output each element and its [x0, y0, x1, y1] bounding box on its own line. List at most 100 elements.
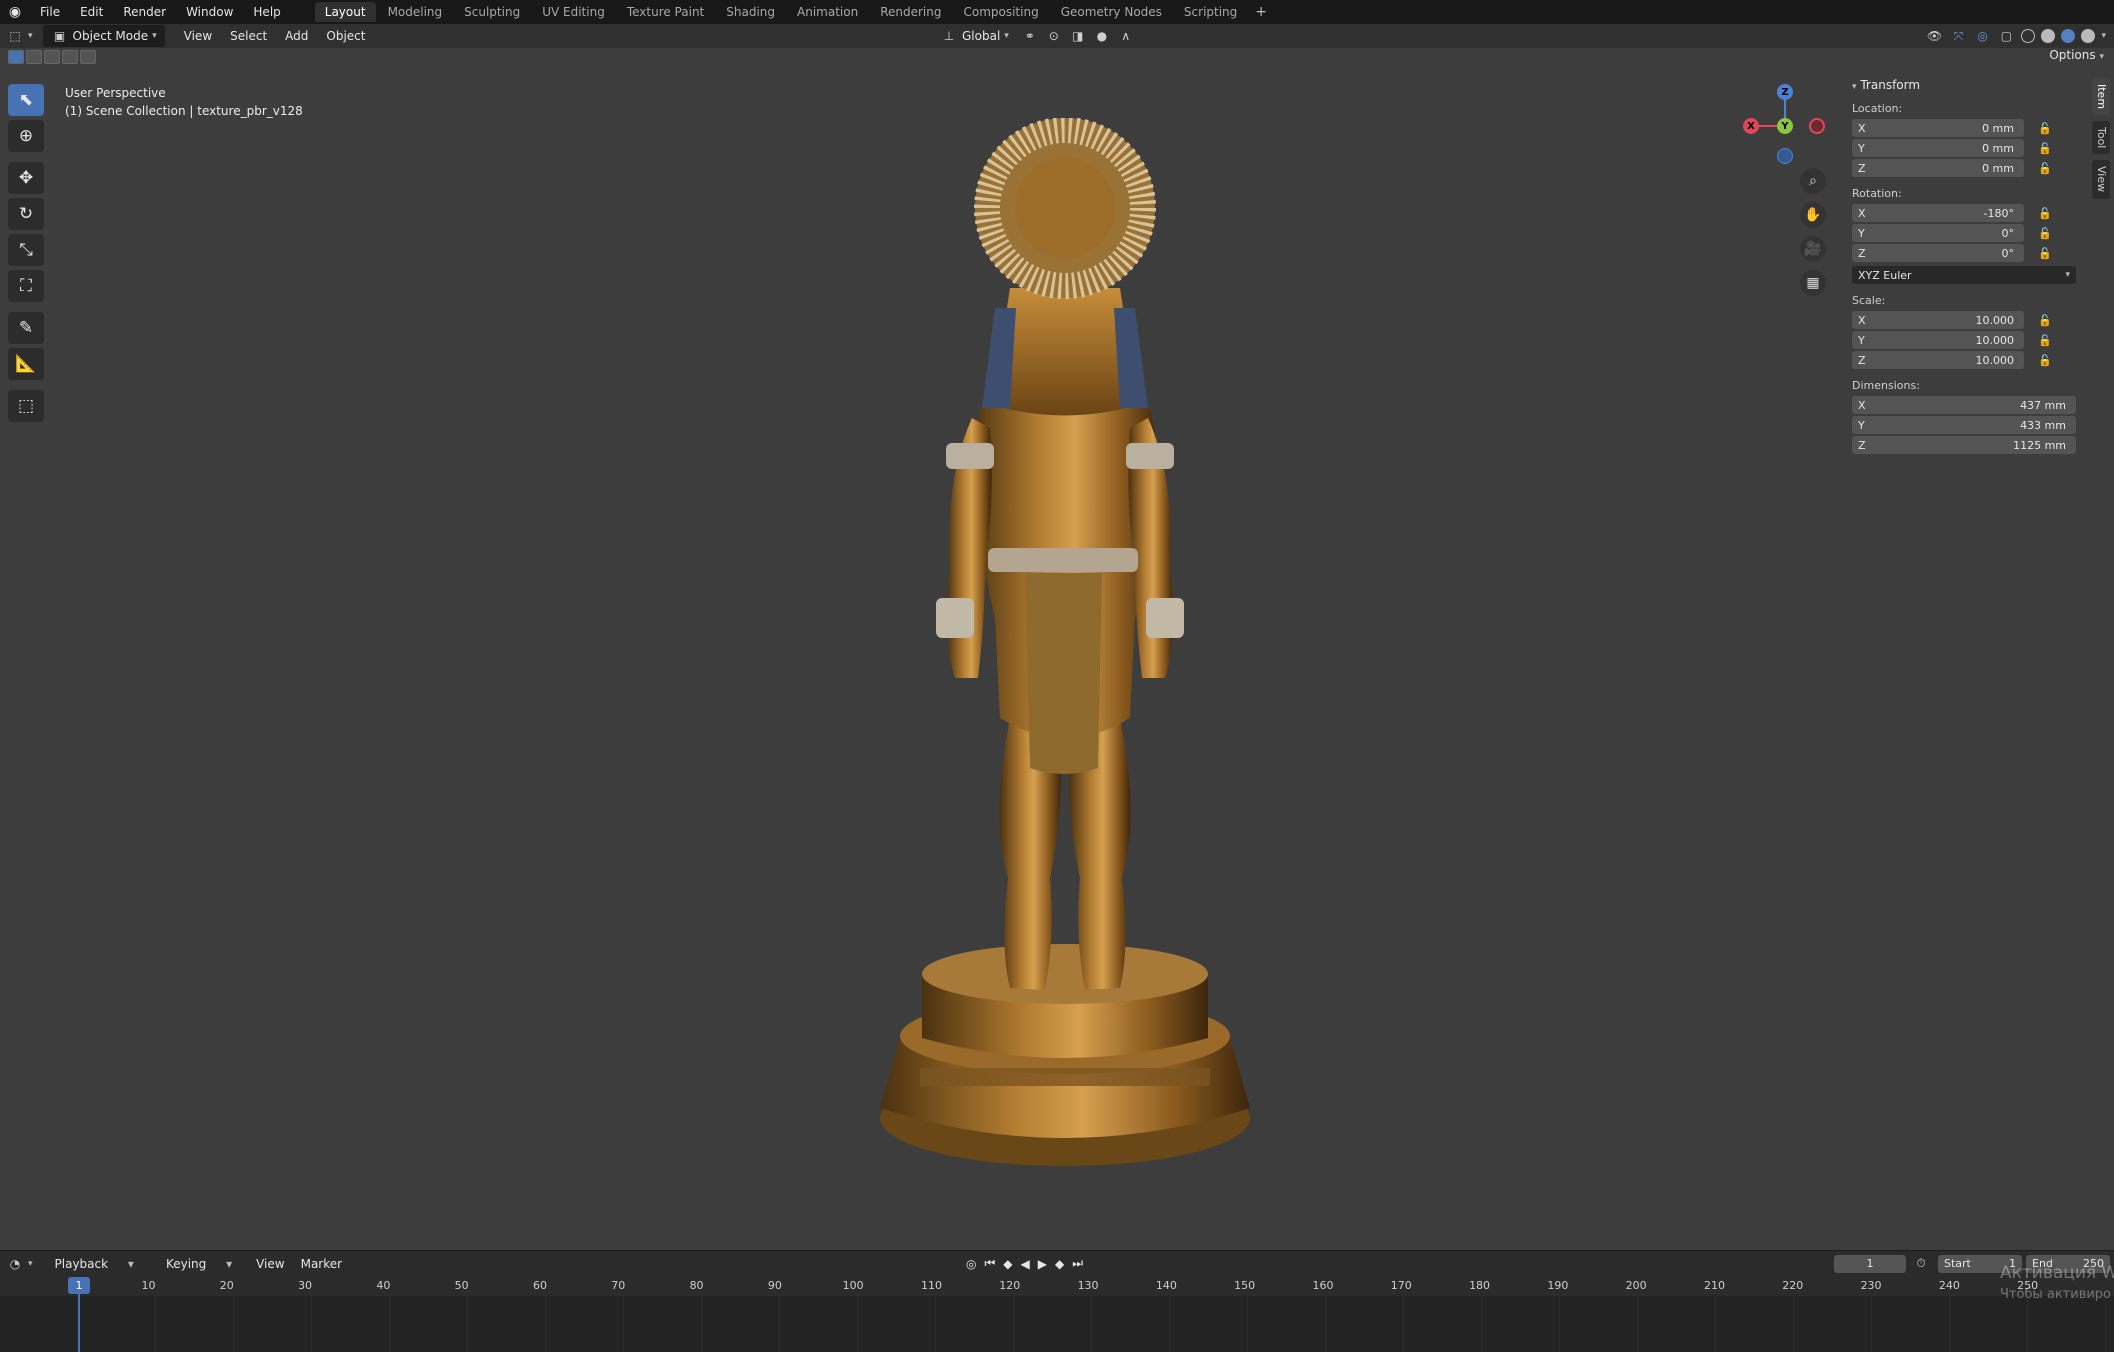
tab-scripting[interactable]: Scripting: [1174, 2, 1247, 22]
lock-icon[interactable]: 🔓: [2038, 334, 2052, 347]
select-extend-icon[interactable]: [26, 50, 42, 64]
lock-icon[interactable]: 🔓: [2038, 354, 2052, 367]
transform-tool[interactable]: ⛶: [8, 270, 44, 302]
blender-logo-icon[interactable]: ◉: [0, 4, 30, 20]
orientation-dropdown[interactable]: ⊥ Global ▾: [934, 25, 1015, 47]
mode-dropdown[interactable]: ▣ Object Mode ▾: [42, 25, 165, 47]
gizmo-y-axis[interactable]: Y: [1777, 118, 1793, 134]
tab-compositing[interactable]: Compositing: [953, 2, 1048, 22]
menu-render[interactable]: Render: [113, 5, 176, 19]
jump-end-icon[interactable]: ⏭: [1072, 1256, 1083, 1271]
play-reverse-icon[interactable]: ◀: [1021, 1257, 1030, 1271]
location-x-field[interactable]: X 0 mm: [1852, 119, 2024, 137]
jump-start-icon[interactable]: ⏮: [984, 1256, 995, 1271]
stopwatch-icon[interactable]: ⏱: [1912, 1255, 1930, 1273]
menu-playback[interactable]: Playback ▾: [39, 1257, 150, 1271]
navigation-gizmo[interactable]: Z X Y: [1735, 82, 1829, 170]
annotate-tool[interactable]: ✎: [8, 312, 44, 344]
timeline-editor-type-button[interactable]: ◔ ▾: [0, 1253, 39, 1275]
select-invert-icon[interactable]: [62, 50, 78, 64]
tab-item[interactable]: Item: [2092, 78, 2110, 116]
tab-modeling[interactable]: Modeling: [378, 2, 453, 22]
lock-icon[interactable]: 🔓: [2038, 314, 2052, 327]
current-frame-field[interactable]: 1: [1834, 1254, 1906, 1273]
tab-sculpting[interactable]: Sculpting: [454, 2, 530, 22]
dimensions-x-field[interactable]: X 437 mm: [1852, 396, 2076, 414]
menu-view[interactable]: View: [175, 29, 221, 43]
zoom-icon[interactable]: ⌕: [1800, 168, 1826, 194]
wireframe-shading-icon[interactable]: [2021, 29, 2036, 43]
snap-target-icon[interactable]: ◨: [1069, 27, 1087, 45]
location-y-field[interactable]: Y 0 mm: [1852, 139, 2024, 157]
dimensions-y-field[interactable]: Y 433 mm: [1852, 416, 2076, 434]
tab-shading[interactable]: Shading: [716, 2, 785, 22]
location-z-field[interactable]: Z 0 mm: [1852, 159, 2024, 177]
gizmo-neg-x-axis[interactable]: [1809, 118, 1825, 134]
statue-model[interactable]: [860, 118, 1260, 1183]
tab-layout[interactable]: Layout: [314, 2, 376, 22]
lock-icon[interactable]: 🔓: [2038, 162, 2052, 175]
timeline-ruler[interactable]: 10 20 30 40 50 60 70 80 90 100 110 120 130 140 150 160 1…: [0, 1276, 2114, 1296]
tab-geometry-nodes[interactable]: Geometry Nodes: [1051, 2, 1172, 22]
rendered-shading-icon[interactable]: [2081, 29, 2096, 43]
pan-hand-icon[interactable]: ✋: [1800, 202, 1826, 228]
menu-file[interactable]: File: [30, 5, 70, 19]
move-tool[interactable]: ✥: [8, 162, 44, 194]
scale-x-field[interactable]: X 10.000: [1852, 311, 2024, 329]
overlays-icon[interactable]: ◎: [1973, 27, 1991, 45]
auto-keying-icon[interactable]: ◎: [966, 1257, 976, 1271]
dimensions-z-field[interactable]: Z 1125 mm: [1852, 436, 2076, 454]
rotate-tool[interactable]: ↻: [8, 198, 44, 230]
scale-tool[interactable]: ⤡: [8, 234, 44, 266]
visibility-icon[interactable]: 👁: [1925, 27, 1943, 45]
menu-window[interactable]: Window: [176, 5, 243, 19]
lock-icon[interactable]: 🔓: [2038, 247, 2052, 260]
falloff-icon[interactable]: ∧: [1117, 27, 1135, 45]
measure-tool[interactable]: 📐: [8, 348, 44, 380]
options-dropdown[interactable]: Options ▾: [2049, 48, 2104, 62]
lock-icon[interactable]: 🔓: [2038, 227, 2052, 240]
menu-marker[interactable]: Marker: [293, 1257, 350, 1271]
menu-object[interactable]: Object: [317, 29, 374, 43]
tab-texture-paint[interactable]: Texture Paint: [617, 2, 714, 22]
tab-uv-editing[interactable]: UV Editing: [532, 2, 615, 22]
menu-timeline-view[interactable]: View: [248, 1257, 292, 1271]
menu-help[interactable]: Help: [243, 5, 290, 19]
gizmo-x-axis[interactable]: X: [1743, 118, 1759, 134]
menu-edit[interactable]: Edit: [70, 5, 113, 19]
add-workspace-button[interactable]: +: [1249, 4, 1273, 20]
xray-icon[interactable]: ▢: [1997, 27, 2015, 45]
playhead[interactable]: [78, 1294, 80, 1352]
select-subtract-icon[interactable]: [44, 50, 60, 64]
material-preview-shading-icon[interactable]: [2061, 29, 2076, 43]
scale-y-field[interactable]: Y 10.000: [1852, 331, 2024, 349]
pivot-icon[interactable]: ⚭: [1021, 27, 1039, 45]
rotation-mode-dropdown[interactable]: XYZ Euler ▾: [1852, 266, 2076, 284]
solid-shading-icon[interactable]: [2041, 29, 2056, 43]
transform-section-header[interactable]: ▾ Transform: [1852, 78, 2084, 92]
next-keyframe-icon[interactable]: ◆: [1055, 1257, 1064, 1271]
tab-rendering[interactable]: Rendering: [870, 2, 951, 22]
editor-type-button[interactable]: ⬚ ▾: [0, 25, 39, 47]
rotation-y-field[interactable]: Y 0°: [1852, 224, 2024, 242]
chevron-down-icon[interactable]: ▾: [2101, 31, 2106, 41]
proportional-edit-icon[interactable]: ●: [1093, 27, 1111, 45]
camera-view-icon[interactable]: 🎥: [1800, 236, 1826, 262]
timeline-track-area[interactable]: [0, 1296, 2114, 1352]
select-intersect-icon[interactable]: [80, 50, 96, 64]
lock-icon[interactable]: 🔓: [2038, 142, 2052, 155]
menu-add[interactable]: Add: [276, 29, 317, 43]
menu-select[interactable]: Select: [221, 29, 276, 43]
gizmo-neg-z-axis[interactable]: [1777, 148, 1793, 164]
tab-view[interactable]: View: [2092, 160, 2110, 199]
perspective-grid-icon[interactable]: ▦: [1800, 270, 1826, 296]
snap-icon[interactable]: ⊙: [1045, 27, 1063, 45]
select-box-tool[interactable]: ⬉: [8, 84, 44, 116]
add-cube-tool[interactable]: ⬚: [8, 390, 44, 422]
gizmo-toggle-icon[interactable]: ⤧: [1949, 27, 1967, 45]
current-frame-indicator[interactable]: 1: [68, 1277, 90, 1294]
prev-keyframe-icon[interactable]: ◆: [1003, 1257, 1012, 1271]
play-icon[interactable]: ▶: [1038, 1257, 1047, 1271]
gizmo-z-axis[interactable]: Z: [1777, 84, 1793, 100]
menu-keying[interactable]: Keying ▾: [150, 1257, 248, 1271]
